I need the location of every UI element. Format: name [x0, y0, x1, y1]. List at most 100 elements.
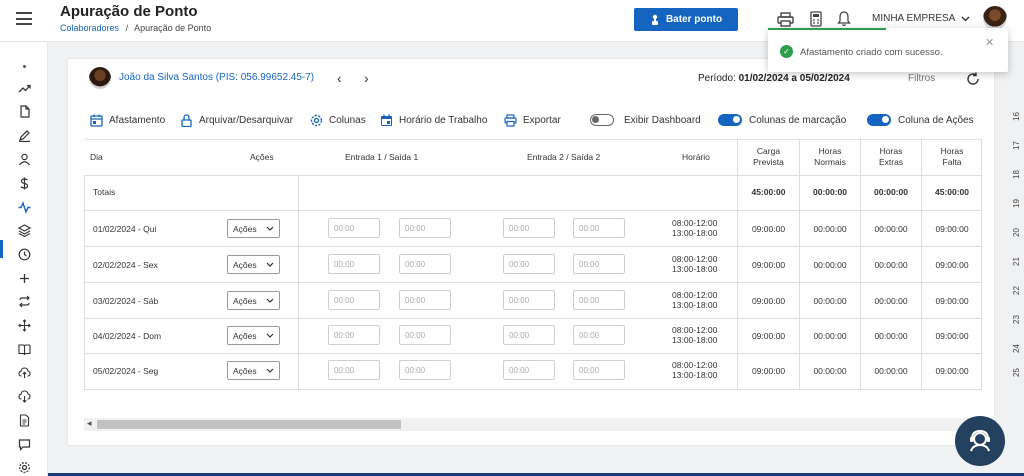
- acoes-label: Ações: [233, 330, 257, 341]
- printer-icon[interactable]: [776, 10, 794, 28]
- entrada2-input[interactable]: 00:00: [503, 254, 555, 274]
- chat-icon[interactable]: [16, 436, 32, 452]
- touch-icon: [651, 14, 658, 25]
- acoes-dropdown[interactable]: Ações: [227, 291, 280, 310]
- acoes-dropdown[interactable]: Ações: [227, 219, 280, 238]
- calculator-icon[interactable]: [807, 10, 825, 28]
- printer-icon: [504, 114, 517, 127]
- horario-line1: 08:00-12:00: [672, 218, 718, 228]
- refresh-icon[interactable]: [966, 72, 980, 86]
- entrada2-input[interactable]: 00:00: [503, 325, 555, 345]
- entrada1-input[interactable]: 00:00: [328, 325, 380, 345]
- company-name: MINHA EMPRESA: [872, 13, 956, 24]
- next-employee-chevron-icon[interactable]: ›: [364, 70, 369, 86]
- menu-icon[interactable]: [16, 12, 32, 25]
- move-icon[interactable]: [16, 317, 32, 333]
- horario-line1: 08:00-12:00: [672, 325, 718, 335]
- acoes-dropdown[interactable]: Ações: [227, 326, 280, 345]
- dollar-icon[interactable]: [16, 175, 32, 191]
- coluna-acoes-toggle-group[interactable]: Coluna de Ações: [867, 114, 974, 126]
- table-top-border: [84, 139, 982, 140]
- bell-icon[interactable]: [835, 10, 853, 28]
- previous-employee-chevron-icon[interactable]: ‹: [337, 70, 342, 86]
- saida2-input[interactable]: 00:00: [573, 290, 625, 310]
- breadcrumb-colaboradores-link[interactable]: Colaboradores: [60, 23, 119, 33]
- periodo-label: Período:: [698, 73, 736, 84]
- saida1-input[interactable]: 00:00: [399, 360, 451, 380]
- close-icon[interactable]: ✕: [985, 36, 994, 49]
- entrada1-input[interactable]: 00:00: [328, 360, 380, 380]
- colunas-button[interactable]: Colunas: [310, 114, 366, 127]
- clock-icon[interactable]: [16, 246, 32, 262]
- periodo[interactable]: Período: 01/02/2024 a 05/02/2024: [698, 73, 850, 84]
- entrada2-input[interactable]: 00:00: [503, 290, 555, 310]
- employee-avatar: [89, 67, 111, 89]
- saida1-input[interactable]: 00:00: [399, 290, 451, 310]
- acoes-label: Ações: [233, 295, 257, 306]
- horario-trabalho-button[interactable]: Horário de Trabalho: [380, 114, 487, 127]
- gear-icon: [310, 114, 323, 127]
- afastamento-button[interactable]: Afastamento: [90, 114, 165, 127]
- pen-icon[interactable]: [16, 127, 32, 143]
- scrollbar-thumb[interactable]: [97, 420, 401, 429]
- bater-ponto-button[interactable]: Bater ponto: [634, 8, 738, 31]
- acoes-dropdown[interactable]: Ações: [227, 255, 280, 274]
- acoes-dropdown[interactable]: Ações: [227, 361, 280, 380]
- user-icon[interactable]: [16, 151, 32, 167]
- saida2-input[interactable]: 00:00: [573, 325, 625, 345]
- exportar-button[interactable]: Exportar: [504, 114, 561, 127]
- entrada2-input[interactable]: 00:00: [503, 360, 555, 380]
- entrada2-input[interactable]: 00:00: [503, 218, 555, 238]
- coluna-acoes-toggle[interactable]: [867, 114, 891, 126]
- upload-cloud-icon[interactable]: [16, 364, 32, 380]
- download-cloud-icon[interactable]: [16, 388, 32, 404]
- entrada1-input[interactable]: 00:00: [328, 218, 380, 238]
- settings-icon[interactable]: [16, 459, 32, 475]
- saida1-input[interactable]: 00:00: [399, 254, 451, 274]
- saida2-input[interactable]: 00:00: [573, 254, 625, 274]
- repeat-icon[interactable]: [16, 293, 32, 309]
- book-icon[interactable]: [16, 341, 32, 357]
- saida2-input[interactable]: 00:00: [573, 360, 625, 380]
- row-dia: 03/02/2024 - Sáb: [93, 296, 159, 306]
- layers-icon[interactable]: [16, 222, 32, 238]
- calendar-icon: [90, 114, 103, 127]
- horario-line2: 13:00-18:00: [672, 370, 718, 380]
- document-icon[interactable]: [16, 412, 32, 428]
- header-extras-line2: Extras: [878, 157, 904, 167]
- arquivar-button[interactable]: Arquivar/Desarquivar: [180, 114, 293, 127]
- saida2-input[interactable]: 00:00: [573, 218, 625, 238]
- trending-icon[interactable]: [16, 80, 32, 96]
- activity-icon[interactable]: [16, 199, 32, 215]
- company-selector[interactable]: MINHA EMPRESA: [872, 13, 970, 24]
- dot-icon[interactable]: [16, 58, 32, 74]
- row-carga: 09:00:00: [751, 331, 786, 341]
- filtros-button[interactable]: Filtros: [908, 73, 935, 84]
- exibir-dashboard-toggle[interactable]: [590, 114, 614, 126]
- chevron-down-icon: [266, 298, 274, 303]
- row-falta: 09:00:00: [935, 366, 969, 376]
- saida1-input[interactable]: 00:00: [399, 218, 451, 238]
- header-acoes: Ações: [250, 152, 274, 162]
- ruler-tick: 24: [1011, 344, 1021, 353]
- plus-icon[interactable]: [16, 270, 32, 286]
- row-dia: 02/02/2024 - Sex: [93, 260, 158, 270]
- help-support-button[interactable]: [955, 416, 1005, 466]
- exibir-dashboard-toggle-group[interactable]: Exibir Dashboard: [590, 114, 701, 126]
- colunas-marcacao-toggle-group[interactable]: Colunas de marcação: [718, 114, 846, 126]
- scroll-left-arrow-icon[interactable]: ◂: [87, 418, 92, 429]
- header-dia: Dia: [90, 152, 103, 162]
- totals-falta: 45:00:00: [934, 187, 970, 197]
- saida1-input[interactable]: 00:00: [399, 325, 451, 345]
- employee-name[interactable]: João da Silva Santos (PIS: 056.99652.45-…: [119, 72, 314, 83]
- user-avatar[interactable]: [983, 6, 1007, 30]
- colunas-marcacao-toggle[interactable]: [718, 114, 742, 126]
- lock-icon: [181, 114, 192, 127]
- row-carga: 09:00:00: [751, 296, 786, 306]
- entrada1-input[interactable]: 00:00: [328, 254, 380, 274]
- table-col-divider: [298, 175, 299, 389]
- entrada1-input[interactable]: 00:00: [328, 290, 380, 310]
- ruler-tick: 22: [1011, 286, 1021, 295]
- header-normais-line1: Horas: [818, 146, 842, 156]
- file-icon[interactable]: [16, 103, 32, 119]
